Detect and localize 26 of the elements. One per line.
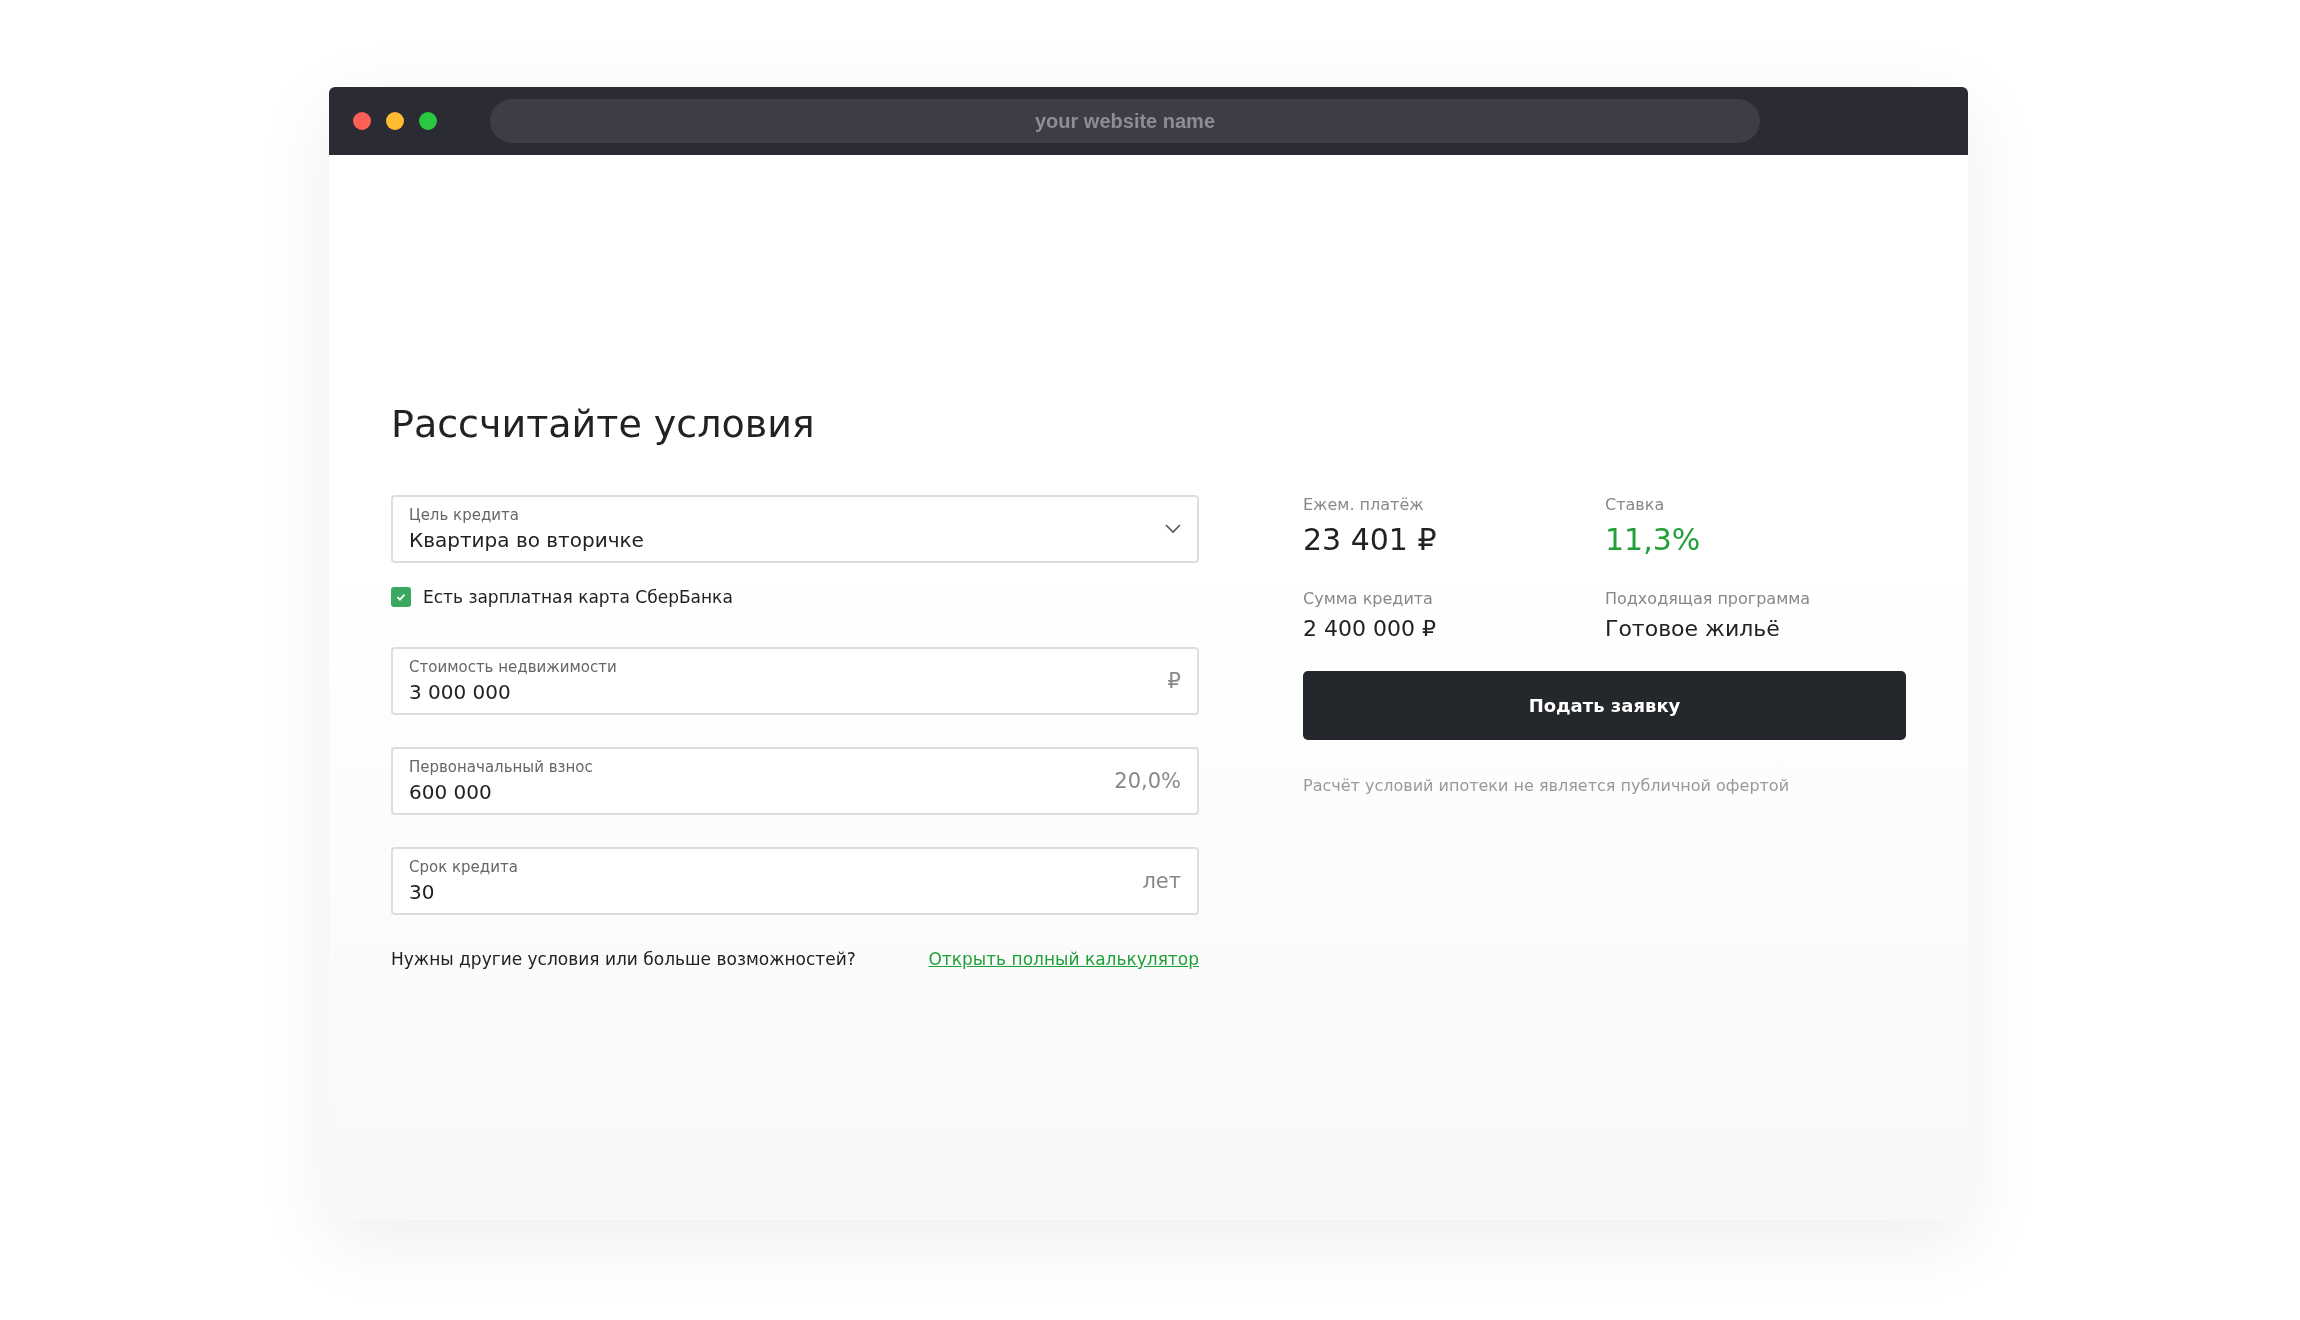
checkbox-label[interactable]: Есть зарплатная карта СберБанка (423, 587, 733, 607)
chevron-down-icon (1165, 524, 1181, 534)
help-text: Нужны другие условия или больше возможностей? (391, 949, 856, 969)
summary-value: 23 401 ₽ (1303, 522, 1438, 557)
unit-label: ₽ (1167, 669, 1181, 693)
dropdown-field[interactable]: Цель кредита Квартира во вторичке (391, 495, 1199, 563)
close-icon[interactable] (353, 112, 371, 130)
submit-button[interactable]: Подать заявку (1303, 671, 1906, 740)
maximize-icon[interactable] (419, 112, 437, 130)
summary-value: 11,3% (1605, 522, 1702, 557)
checkmark-icon (395, 591, 407, 603)
summary-value: Готовое жильё (1605, 616, 1781, 641)
checkbox[interactable] (391, 587, 411, 607)
disclaimer-text: Расчёт условий ипотеки не является публичной офертой (1303, 776, 1791, 795)
summary-label: Ежем. платёж (1303, 495, 1425, 514)
minimize-icon[interactable] (386, 112, 404, 130)
summary-value: 2 400 000 ₽ (1303, 616, 1437, 641)
input-field[interactable]: Стоимость недвижимости 3 000 000 ₽ (391, 647, 1199, 715)
input-field[interactable]: Первоначальный взнос 600 000 20,0% (391, 747, 1199, 815)
unit-label: 20,0% (1114, 769, 1181, 793)
page-heading: Рассчитайте условия (391, 405, 816, 443)
summary-label: Ставка (1605, 495, 1666, 514)
summary-label: Подходящая программа (1605, 589, 1812, 608)
unit-label: лет (1142, 869, 1181, 893)
summary-label: Сумма кредита (1303, 589, 1434, 608)
input-field[interactable]: Срок кредита 30 лет (391, 847, 1199, 915)
